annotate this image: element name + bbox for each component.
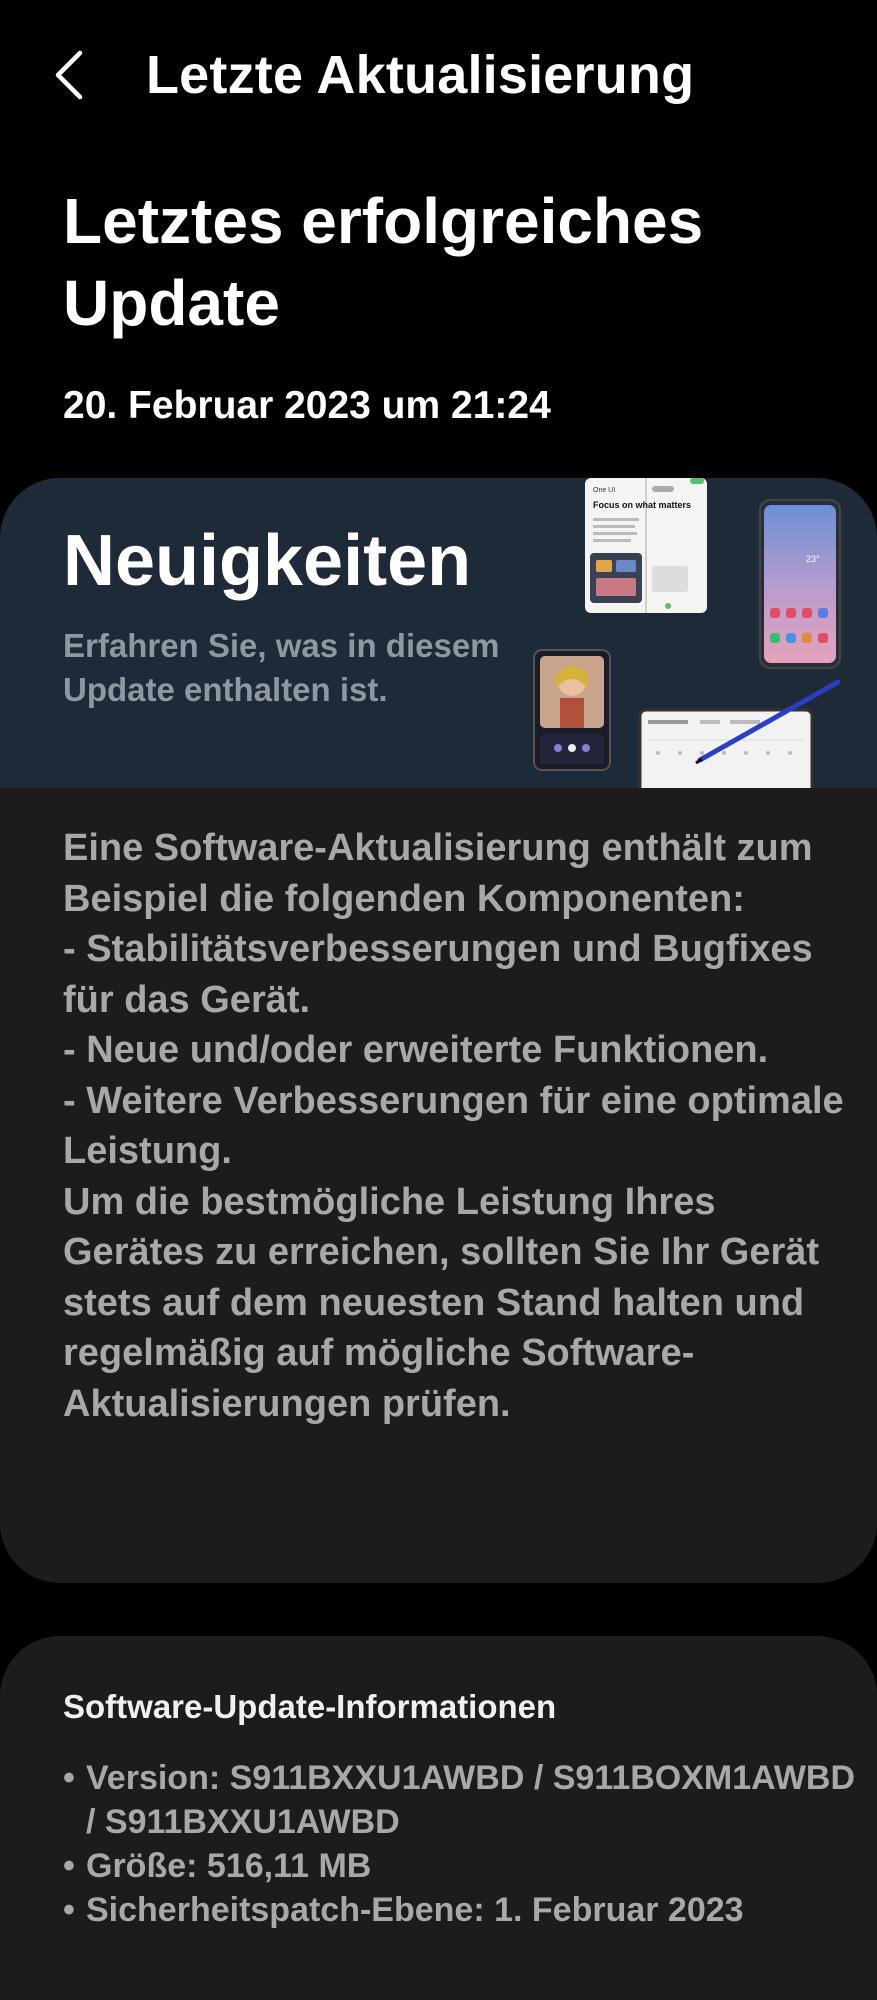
software-update-info-card: Software-Update-Informationen • Version:… bbox=[0, 1636, 877, 2000]
last-update-heading: Letztes erfolgreiches Update bbox=[63, 185, 704, 339]
news-subtitle: Erfahren Sie, was in diesem Update entha… bbox=[63, 627, 500, 708]
size-text: Größe: 516,11 MB bbox=[86, 1847, 372, 1885]
bullet: • bbox=[63, 1759, 75, 1797]
chevron-left-icon bbox=[55, 50, 83, 100]
version-text: Version: S911BXXU1AWBD / S911BOXM1AWBD /… bbox=[86, 1759, 856, 1841]
promo-brand-text: One UI bbox=[593, 487, 615, 494]
tablet-image bbox=[638, 679, 841, 788]
news-title: Neuigkeiten bbox=[63, 521, 472, 601]
security-patch-text: Sicherheitspatch-Ebene: 1. Februar 2023 bbox=[86, 1891, 744, 1929]
info-item-version: • Version: S911BXXU1AWBD / S911BOXM1AWBD… bbox=[63, 1756, 863, 1844]
screen: Letzte Aktualisierung Letztes erfolgreic… bbox=[0, 0, 877, 2000]
news-card: Neuigkeiten Erfahren Sie, was in diesem … bbox=[0, 478, 877, 1583]
bullet: • bbox=[63, 1847, 75, 1885]
fold-phone-image: One UI Focus on what matters bbox=[585, 478, 707, 613]
device-illustration: One UI Focus on what matters 23° bbox=[533, 478, 841, 788]
flip-phone-image bbox=[533, 649, 611, 771]
bullet: • bbox=[63, 1891, 75, 1929]
info-item-size: • Größe: 516,11 MB bbox=[63, 1844, 863, 1888]
promo-temperature-text: 23° bbox=[806, 554, 820, 564]
promo-headline-text: Focus on what matters bbox=[593, 500, 691, 510]
news-banner: Neuigkeiten Erfahren Sie, was in diesem … bbox=[0, 478, 877, 788]
back-button[interactable] bbox=[40, 40, 100, 110]
page-title: Letzte Aktualisierung bbox=[146, 45, 695, 105]
info-list: • Version: S911BXXU1AWBD / S911BOXM1AWBD… bbox=[63, 1756, 863, 1932]
bar-phone-image: 23° bbox=[759, 499, 841, 669]
update-description: Eine Software-Aktualisierung enthält zum… bbox=[63, 827, 844, 1425]
info-title: Software-Update-Informationen bbox=[63, 1688, 557, 1725]
app-bar: Letzte Aktualisierung bbox=[0, 0, 877, 150]
last-update-date: 20. Februar 2023 um 21:24 bbox=[63, 384, 551, 427]
info-item-security-patch: • Sicherheitspatch-Ebene: 1. Februar 202… bbox=[63, 1888, 863, 1932]
